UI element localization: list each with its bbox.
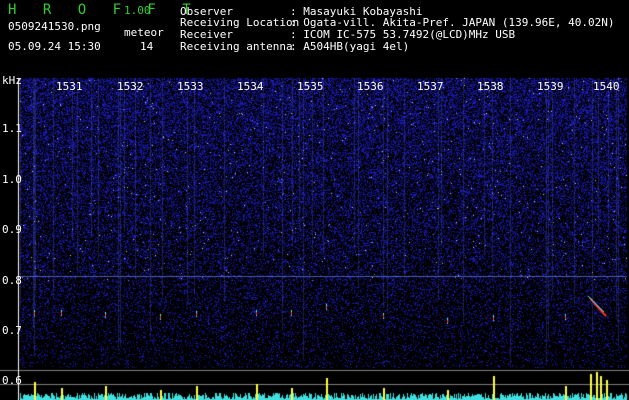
- antenna-label: Receiving antenna: [180, 40, 293, 53]
- meteor-count: 14: [140, 40, 154, 53]
- y-tick-label: 1.1: [2, 122, 22, 135]
- y-tick-label: 0.9: [2, 223, 22, 236]
- x-tick-label: 1535: [297, 80, 324, 93]
- x-tick-label: 1533: [177, 80, 204, 93]
- app-version: 1.00: [124, 4, 151, 17]
- y-tick-label: 0.7: [2, 324, 22, 337]
- y-tick-label: 0.8: [2, 274, 22, 287]
- x-tick-label: 1534: [237, 80, 264, 93]
- y-tick-label: 0.6: [2, 374, 22, 387]
- x-tick-label: 1540: [593, 80, 620, 93]
- x-tick-label: 1539: [537, 80, 564, 93]
- x-tick-label: 1536: [357, 80, 384, 93]
- antenna-value: : A504HB(yagi 4el): [290, 40, 410, 53]
- y-tick-label: 1.0: [2, 173, 22, 186]
- x-tick-label: 1538: [477, 80, 504, 93]
- file-name: 0509241530.png: [8, 20, 101, 33]
- x-tick-label: 1532: [117, 80, 144, 93]
- x-tick-label: 1531: [56, 80, 83, 93]
- axis-unit-label: kHz: [2, 74, 22, 87]
- x-tick-label: 1537: [417, 80, 444, 93]
- date-time: 05.09.24 15:30: [8, 40, 101, 53]
- app-title: H R O F F T: [8, 2, 200, 18]
- meteor-label: meteor: [124, 26, 164, 39]
- spectrogram-canvas: [0, 0, 629, 400]
